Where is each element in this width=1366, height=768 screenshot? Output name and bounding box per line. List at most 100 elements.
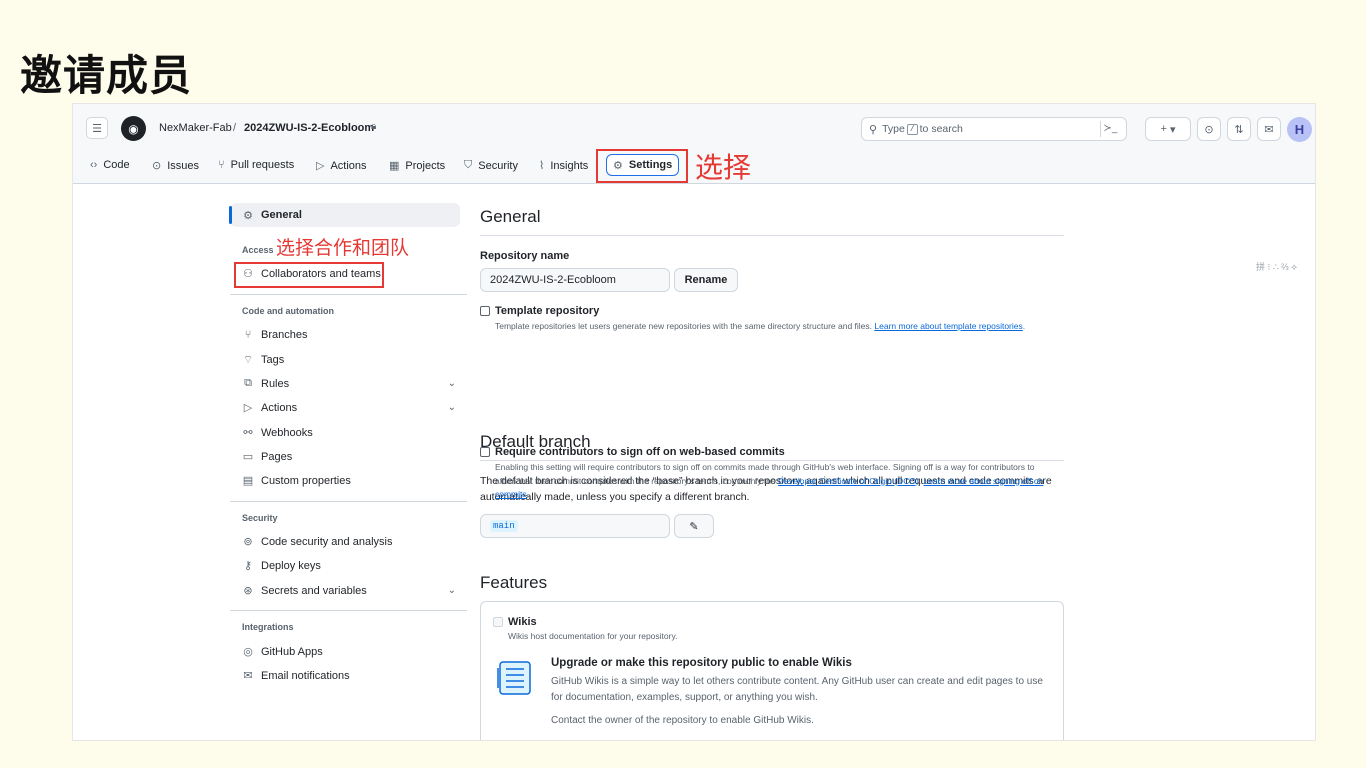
general-heading: General [480,207,541,226]
sidebar-item-code-security[interactable]: ⊚ Code security and analysis [230,535,460,549]
checkbox-label: Wikis [508,616,537,628]
sidebar-item-branches[interactable]: ⑂ Branches [230,329,460,341]
tab-label: Actions [330,159,367,172]
sidebar-divider [230,294,467,295]
sidebar-item-general[interactable]: ⚙ General [229,203,460,227]
menu-icon[interactable]: ☰ [86,117,108,139]
issue-icon: ⊙ [152,160,162,172]
rename-button[interactable]: Rename [674,268,738,292]
plus-icon: + [1160,123,1167,135]
github-screenshot: ☰ ◉ NexMaker-Fab / 2024ZWU-IS-2-Ecobloom… [72,103,1316,741]
highlight-settings-box [596,149,688,183]
sidebar-item-deploy-keys[interactable]: ⚷ Deploy keys [230,559,460,573]
mail-icon: ✉ [243,670,253,682]
note-icon: ▤ [242,475,254,487]
sidebar-item-email-notifications[interactable]: ✉ Email notifications [230,669,460,683]
branch-name: main [490,520,518,532]
dco-link[interactable]: Developer Certificate of Origin (DCO) [778,476,919,486]
search-suffix: to search [919,123,963,135]
tab-label: Issues [167,159,200,172]
sidebar-item-webhooks[interactable]: ⚯ Webhooks [230,426,460,440]
tab-projects[interactable]: ▦ Projects [389,159,445,173]
github-header: ☰ ◉ NexMaker-Fab / 2024ZWU-IS-2-Ecobloom… [73,104,1315,184]
sidebar-item-label: Secrets and variables [261,584,367,597]
tab-issues[interactable]: ⊙ Issues [152,159,200,173]
breadcrumb-separator: / [233,122,237,134]
tab-pull-requests[interactable]: ⑂ Pull requests [218,159,294,171]
tag-icon: ⌔ [242,354,254,366]
gear-icon: ⚙ [243,209,253,222]
divider [480,235,1064,236]
search-icon: ⚲ [869,123,878,136]
chevron-down-icon[interactable]: ⌄ [448,378,456,389]
tab-security[interactable]: ⛉ Security [464,159,518,172]
checkbox-box[interactable] [480,306,490,316]
template-learn-more-link[interactable]: Learn more about template repositories [874,321,1022,331]
tab-actions[interactable]: ▷ Actions [316,159,367,173]
sidebar-heading-integrations: Integrations [242,622,294,632]
default-branch-field: main [480,514,670,538]
upgrade-description: GitHub Wikis is a simple way to let othe… [551,676,1043,703]
play-icon: ▷ [316,160,325,172]
inbox-icon[interactable]: ✉ [1257,117,1281,141]
pull-request-icon: ⑂ [218,159,225,171]
tab-insights[interactable]: ⌇ Insights [539,159,589,173]
search-shortcut-key: / [906,123,918,135]
avatar[interactable]: H [1287,117,1312,142]
tab-label: Security [478,159,518,172]
apps-icon: ◎ [243,646,253,658]
sidebar-item-label: Pages [261,450,293,463]
issues-icon[interactable]: ⊙ [1197,117,1221,141]
breadcrumb-repo[interactable]: 2024ZWU-IS-2-Ecobloom [244,122,374,134]
sidebar-item-rules[interactable]: ⧉ Rules ⌄ [230,377,460,390]
features-heading: Features [480,573,548,592]
sidebar-item-label: Custom properties [261,474,351,487]
template-note-text: Template repositories let users generate… [495,321,873,331]
sidebar-item-actions[interactable]: ▷ Actions ⌄ [230,401,460,415]
annotation-select: 选择 [695,151,752,184]
sidebar-item-pages[interactable]: ▭ Pages [230,450,460,464]
breadcrumb-owner[interactable]: NexMaker-Fab [159,122,232,134]
command-palette-icon[interactable]: ≻_ [1100,121,1120,137]
github-logo-icon[interactable]: ◉ [121,116,146,141]
sidebar-item-github-apps[interactable]: ◎ GitHub Apps [230,645,460,659]
repo-name-input[interactable]: 2024ZWU-IS-2-Ecobloom [480,268,670,292]
tab-label: Insights [550,159,589,172]
annotation-select-collaborators: 选择合作和团队 [276,237,410,259]
sidebar-heading-access: Access [242,245,274,255]
lock-icon: 🔒︎ [371,121,377,132]
template-note: Template repositories let users generate… [495,321,1026,331]
sidebar-item-tags[interactable]: ⌔ Tags [230,353,460,367]
signoff-note: Enabling this setting will require contr… [495,462,1044,500]
sidebar-heading-code-automation: Code and automation [242,306,334,316]
asterisk-icon: ⊛ [243,585,253,597]
sidebar-item-secrets[interactable]: ⊛ Secrets and variables ⌄ [230,584,460,598]
create-new-button[interactable]: + ▾ [1145,117,1191,141]
tab-code[interactable]: ‹› Code [90,159,130,171]
sidebar-item-custom-properties[interactable]: ▤ Custom properties [230,474,460,488]
sidebar-item-label: GitHub Apps [261,645,323,658]
webhook-icon: ⚯ [243,427,253,439]
sidebar-heading-security: Security [242,513,278,523]
sidebar-divider [230,501,467,502]
template-repo-checkbox[interactable]: Template repository [480,305,599,317]
pencil-icon: ✎ [689,520,699,533]
sidebar-item-label: Code security and analysis [261,535,393,548]
slide-title: 邀请成员 [20,51,193,100]
chevron-down-icon[interactable]: ⌄ [448,402,456,413]
checkbox-box[interactable] [493,617,503,627]
repo-tabs: ‹› Code ⊙ Issues ⑂ Pull requests ▷ Actions ▦… [73,154,1315,184]
wikis-checkbox[interactable]: Wikis [493,616,537,628]
sidebar-item-label: Deploy keys [261,559,321,572]
upgrade-title: Upgrade or make this repository public t… [551,657,852,669]
sidebar-item-label: Actions [261,401,298,414]
chevron-down-icon[interactable]: ⌄ [448,585,456,596]
codescan-icon: ⊚ [243,536,253,548]
pull-requests-icon[interactable]: ⇅ [1227,117,1251,141]
search-input[interactable]: ⚲ Type / to search ≻_ [861,117,1127,141]
edit-branch-button[interactable]: ✎ [674,514,714,538]
ime-toolbar: 拼 ⁝ ∴ ⅔ ⟡ [1256,262,1298,272]
sidebar-item-label: Email notifications [261,669,350,682]
highlight-collaborators-box [234,262,384,288]
code-icon: ‹› [90,159,98,171]
